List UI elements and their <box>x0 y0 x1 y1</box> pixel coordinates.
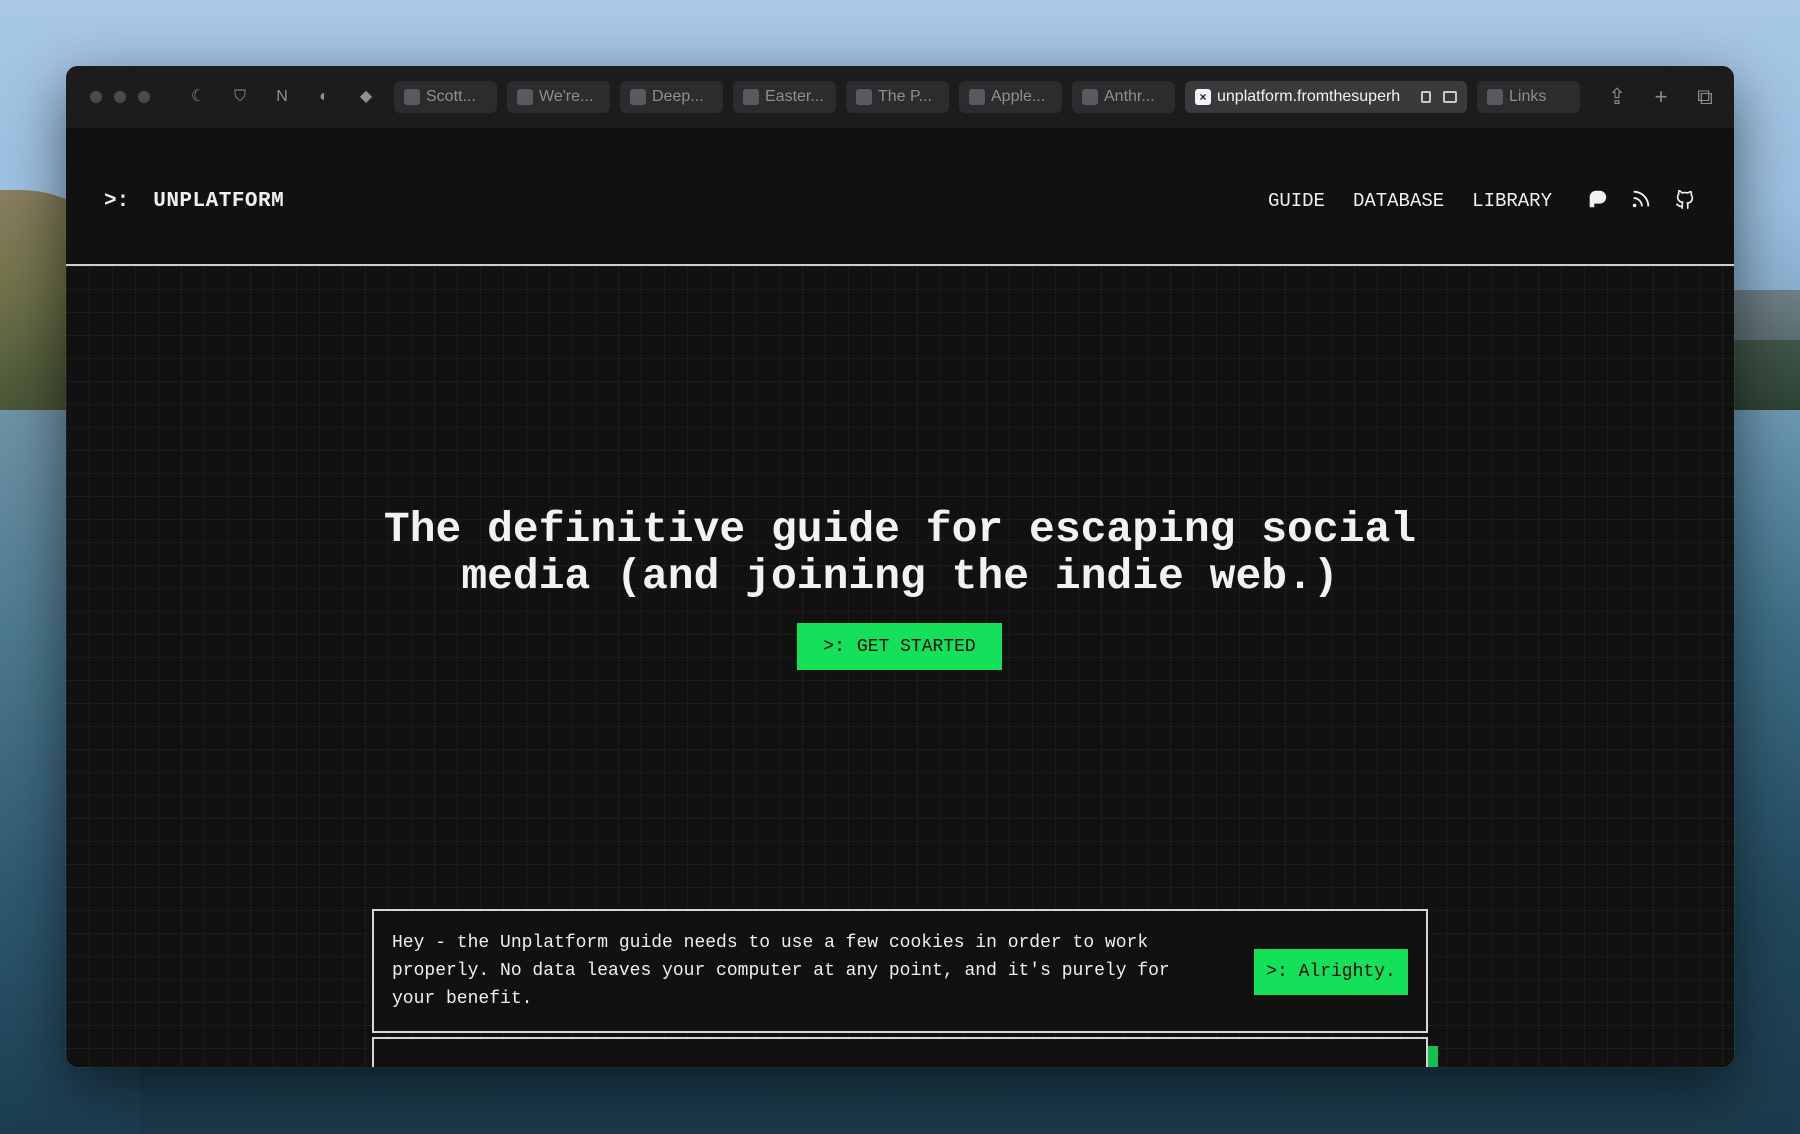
site-nav: GUIDE DATABASE LIBRARY <box>1268 190 1552 212</box>
tab-label: Deep... <box>652 88 704 105</box>
favicon-icon <box>1082 89 1098 105</box>
cta-prefix: >: <box>823 636 845 657</box>
cookie-banner: Hey - the Unplatform guide needs to use … <box>372 909 1428 1033</box>
rss-icon[interactable] <box>1630 188 1652 210</box>
favicon-icon <box>630 89 646 105</box>
zoom-window-button[interactable] <box>138 91 150 103</box>
password-icon[interactable]: ◐ <box>314 87 334 107</box>
github-icon[interactable] <box>1674 188 1696 210</box>
favicon-icon <box>743 89 759 105</box>
close-tab-icon[interactable]: × <box>1195 89 1211 105</box>
notion-icon[interactable]: N <box>272 87 292 107</box>
cookie-message: Hey - the Unplatform guide needs to use … <box>392 929 1262 1013</box>
browser-window: ☾ ⛉ N ◐ ◆ Scott... We're... Deep... East… <box>66 66 1734 1067</box>
close-window-button[interactable] <box>90 91 102 103</box>
tab-deep[interactable]: Deep... <box>620 81 723 113</box>
cookie-message-line-2: properly. No data leaves your computer a… <box>392 961 1170 981</box>
patreon-icon[interactable] <box>1586 188 1608 210</box>
favicon-icon <box>404 89 420 105</box>
site-brand[interactable]: >: UNPLATFORM <box>104 190 284 213</box>
brand-name: UNPLATFORM <box>153 190 285 213</box>
tab-apple[interactable]: Apple... <box>959 81 1062 113</box>
tab-were[interactable]: We're... <box>507 81 610 113</box>
reader-mode-icon[interactable] <box>1443 91 1457 103</box>
share-icon[interactable]: ⇪ <box>1606 84 1628 110</box>
tab-the-p[interactable]: The P... <box>846 81 949 113</box>
tab-easter[interactable]: Easter... <box>733 81 836 113</box>
hero-title-line-1: The definitive guide for escaping social <box>383 505 1417 554</box>
tab-label: Links <box>1509 88 1547 105</box>
window-controls <box>90 91 150 103</box>
nav-database[interactable]: DATABASE <box>1353 190 1444 212</box>
tab-label: Apple... <box>991 88 1046 105</box>
tab-bar: Scott... We're... Deep... Easter... The … <box>394 81 1580 113</box>
tab-label: Easter... <box>765 88 824 105</box>
moon-icon[interactable]: ☾ <box>188 87 208 107</box>
tab-links[interactable]: Links <box>1477 81 1580 113</box>
nav-library[interactable]: LIBRARY <box>1472 190 1552 212</box>
tab-label: We're... <box>539 88 594 105</box>
social-icons <box>1586 188 1696 210</box>
extension-icons: ☾ ⛉ N ◐ ◆ <box>188 87 376 107</box>
tab-label: The P... <box>878 88 932 105</box>
hero-title-line-2: media (and joining the indie web.) <box>461 552 1339 601</box>
tab-overview-icon[interactable]: ⧉ <box>1694 84 1716 110</box>
cookie-message-line-3: your benefit. <box>392 989 533 1009</box>
favicon-icon <box>1487 89 1503 105</box>
cta-label: GET STARTED <box>856 636 976 657</box>
address-bar-url[interactable]: unplatform.fromthesuperh <box>1217 88 1415 106</box>
browser-actions: ⇪ + ⧉ <box>1606 84 1716 110</box>
hero-title: The definitive guide for escaping social… <box>66 506 1734 600</box>
tab-label: Scott... <box>426 88 476 105</box>
lock-icon <box>1421 91 1431 103</box>
tab-label: Anthr... <box>1104 88 1155 105</box>
tab-anthropic[interactable]: Anthr... <box>1072 81 1175 113</box>
secondary-panel <box>372 1037 1428 1067</box>
cookie-message-line-1: Hey - the Unplatform guide needs to use … <box>392 933 1149 953</box>
brand-glyph: >: <box>104 190 130 213</box>
new-tab-icon[interactable]: + <box>1650 84 1672 110</box>
browser-toolbar: ☾ ⛉ N ◐ ◆ Scott... We're... Deep... East… <box>66 66 1734 128</box>
favicon-icon <box>517 89 533 105</box>
nav-guide[interactable]: GUIDE <box>1268 190 1325 212</box>
tab-scott[interactable]: Scott... <box>394 81 497 113</box>
shield-icon[interactable]: ⛉ <box>230 87 250 107</box>
favicon-icon <box>969 89 985 105</box>
get-started-button[interactable]: >: GET STARTED <box>797 623 1002 670</box>
accept-cookies-button[interactable]: >: Alrighty. <box>1254 949 1408 995</box>
tab-active-unplatform[interactable]: × unplatform.fromthesuperh <box>1185 81 1467 113</box>
accent-bar <box>1428 1046 1438 1067</box>
site-header: >: UNPLATFORM GUIDE DATABASE LIBRARY <box>66 128 1734 266</box>
minimize-window-button[interactable] <box>114 91 126 103</box>
diamond-icon[interactable]: ◆ <box>356 87 376 107</box>
favicon-icon <box>856 89 872 105</box>
